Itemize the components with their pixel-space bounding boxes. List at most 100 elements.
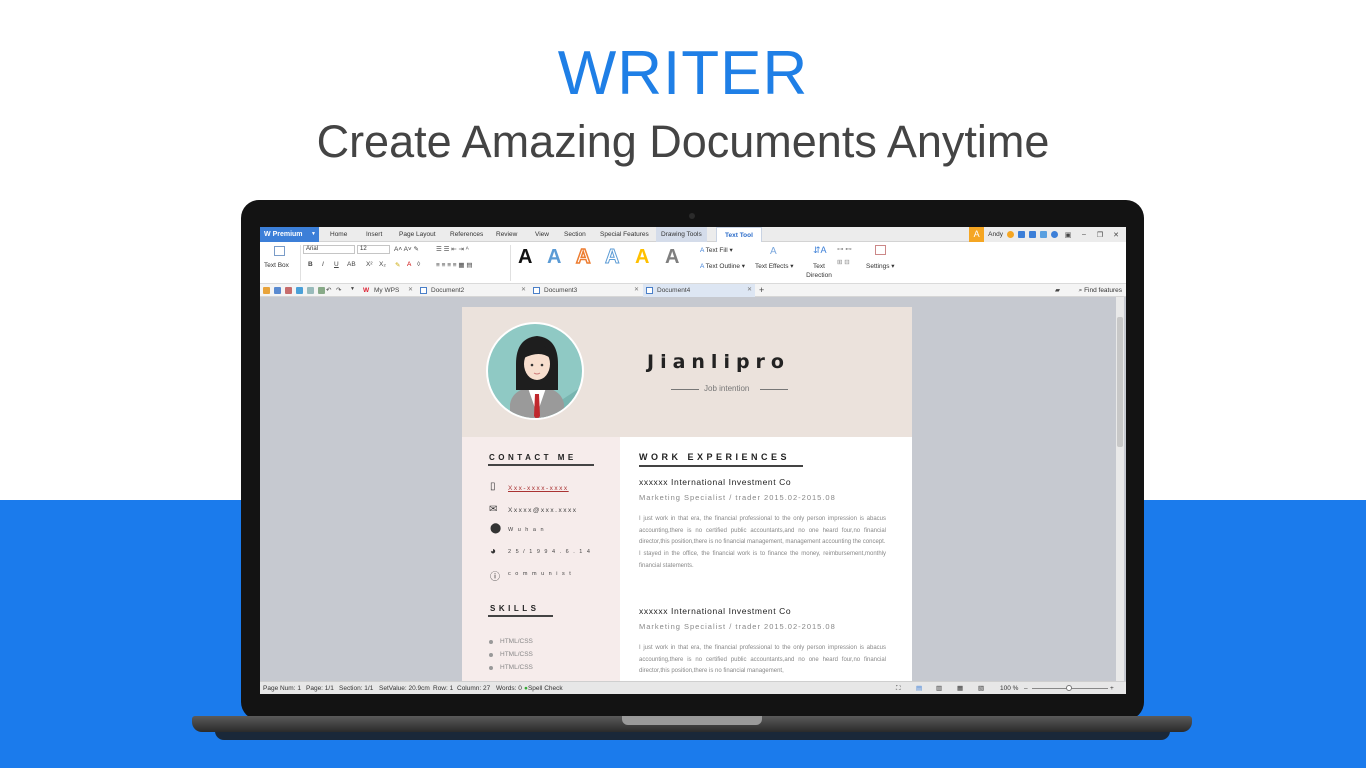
print-layout-icon[interactable]: ▤ xyxy=(916,682,922,694)
status-page-num[interactable]: Page Num: 1 xyxy=(263,682,301,694)
export-pdf-icon[interactable] xyxy=(285,287,292,294)
print-icon[interactable] xyxy=(296,287,303,294)
preview-icon[interactable] xyxy=(307,287,314,294)
zoom-level[interactable]: 100 % xyxy=(1000,682,1018,694)
font-grow-icon[interactable]: A˄ A˅ ✎ xyxy=(394,245,419,253)
menu-insert[interactable]: Insert xyxy=(366,227,382,242)
menu-special-features[interactable]: Special Features xyxy=(600,227,649,242)
tab-document3[interactable]: Document3 ✕ xyxy=(530,284,642,297)
premium-button[interactable]: W Premium ▼ xyxy=(260,227,319,242)
text-effects-button[interactable]: Text Effects ▾ xyxy=(755,262,794,270)
skill-bullet xyxy=(489,653,493,657)
close-tab-icon[interactable]: ✕ xyxy=(634,284,639,297)
status-row[interactable]: Row: 1 xyxy=(433,682,453,694)
text-fill-button[interactable]: A Text Fill ▾ xyxy=(700,246,733,254)
skills-underline xyxy=(488,615,553,617)
align-icons[interactable]: ≡ ≡ ≡ ≡ ▦ ▤ xyxy=(436,261,472,269)
web-layout-icon[interactable]: ▦ xyxy=(957,682,963,694)
menu-home[interactable]: Home xyxy=(330,227,347,242)
avatar[interactable]: A xyxy=(969,227,985,242)
underline-icon[interactable]: U xyxy=(334,261,339,268)
close-tab-icon[interactable]: ✕ xyxy=(521,284,526,297)
style-a-orange-outline[interactable]: A xyxy=(575,245,591,269)
focus-mode-icon[interactable]: ⛶ xyxy=(896,682,901,694)
layout-icon[interactable]: ▰ xyxy=(1055,286,1060,294)
maximize-icon[interactable]: ❐ xyxy=(1094,231,1106,239)
job-company: xxxxxx International Investment Co xyxy=(639,477,792,487)
minimize-icon[interactable]: – xyxy=(1078,231,1090,238)
status-words[interactable]: Words: 0 xyxy=(496,682,522,694)
menu-review[interactable]: Review xyxy=(496,227,517,242)
position-icons[interactable]: ⊞ ⊟ xyxy=(837,258,850,266)
menu-section[interactable]: Section xyxy=(564,227,586,242)
status-page[interactable]: Page: 1/1 xyxy=(306,682,334,694)
vertical-scrollbar[interactable] xyxy=(1116,297,1124,681)
style-a-gold[interactable]: A xyxy=(635,246,649,269)
style-a-black[interactable]: A xyxy=(518,246,532,269)
font-color-icon[interactable]: A xyxy=(407,261,411,268)
menu-drawing-tools[interactable]: Drawing Tools xyxy=(656,227,707,242)
status-column[interactable]: Column: 27 xyxy=(457,682,490,694)
location-pin-icon: ⬤ xyxy=(490,523,502,534)
style-a-blue-outline[interactable]: A xyxy=(604,246,619,269)
shirt-icon[interactable] xyxy=(1040,231,1047,238)
style-a-gray[interactable]: A xyxy=(665,246,679,269)
zoom-out-icon[interactable]: – xyxy=(1024,682,1028,694)
user-name[interactable]: Andy xyxy=(988,231,1003,238)
zoom-slider-knob[interactable] xyxy=(1066,685,1072,691)
new-tab-icon[interactable]: + xyxy=(759,284,764,297)
skin-icon[interactable] xyxy=(1018,231,1025,238)
menu-view[interactable]: View xyxy=(535,227,549,242)
style-a-blue[interactable]: A xyxy=(547,246,561,269)
text-direction-button[interactable]: Text Direction xyxy=(805,262,833,280)
save-icon[interactable] xyxy=(274,287,281,294)
text-effects-label: Text Effects xyxy=(755,263,789,270)
find-features-search[interactable]: ⌕ Find features xyxy=(1079,284,1122,297)
tab-document4[interactable]: Document4 ✕ xyxy=(643,284,755,297)
clear-format-icon[interactable]: ◊ xyxy=(417,261,420,268)
tab-document2[interactable]: Document2 ✕ xyxy=(417,284,529,297)
italic-icon[interactable]: I xyxy=(322,261,324,268)
strikethrough-icon[interactable]: AB xyxy=(347,261,356,268)
status-setvalue[interactable]: SetValue: 20.9cm xyxy=(379,682,430,694)
text-fill-label: Text Fill xyxy=(705,247,728,254)
subscript-icon[interactable]: X₂ xyxy=(379,261,386,268)
text-box-button[interactable]: Text Box xyxy=(264,262,289,269)
full-screen-icon[interactable]: ▥ xyxy=(936,682,942,694)
bullet-list-icon[interactable]: ☰ ☰ ⇤ ⇥ ᴬ xyxy=(436,245,469,253)
zoom-in-icon[interactable]: + xyxy=(1110,682,1114,694)
close-tab-icon[interactable]: ✕ xyxy=(747,284,752,297)
undo-icon[interactable]: ↶ xyxy=(326,286,331,294)
settings-button[interactable]: Settings ▾ xyxy=(866,262,895,270)
open-icon[interactable] xyxy=(263,287,270,294)
font-name-select[interactable]: Arial xyxy=(303,245,355,254)
menu-text-tool[interactable]: Text Tool xyxy=(716,227,762,242)
format-painter-icon[interactable] xyxy=(318,287,325,294)
text-box-icon[interactable] xyxy=(274,246,285,256)
close-tab-icon[interactable]: ✕ xyxy=(408,284,413,297)
link-icons[interactable]: ⊶ ⊷ xyxy=(837,245,852,253)
superscript-icon[interactable]: X² xyxy=(366,261,373,268)
settings-icon xyxy=(875,245,886,255)
share-icon[interactable] xyxy=(1029,231,1036,238)
menu-page-layout[interactable]: Page Layout xyxy=(399,227,436,242)
bold-icon[interactable]: B xyxy=(308,261,313,268)
outline-icon[interactable]: ▧ xyxy=(978,682,984,694)
restore-layout-icon[interactable]: ▣ xyxy=(1062,231,1074,239)
redo-icon[interactable]: ↷ xyxy=(336,286,341,294)
quick-access-menu-icon[interactable]: ▼ xyxy=(350,286,355,292)
document-page[interactable]: Jianlipro Job intention CONTACT ME ▯ Xxx… xyxy=(462,307,912,681)
font-size-select[interactable]: 12 xyxy=(357,245,390,254)
scrollbar-thumb[interactable] xyxy=(1117,317,1123,447)
contact-politics: c o m m u n i s t xyxy=(508,571,573,577)
status-spell-check[interactable]: ●Spell Check xyxy=(524,682,563,694)
help-icon[interactable] xyxy=(1051,231,1058,238)
text-outline-button[interactable]: A Text Outline ▾ xyxy=(700,262,745,270)
close-icon[interactable]: ✕ xyxy=(1110,231,1122,239)
tab-my-wps[interactable]: W My WPS ✕ xyxy=(360,284,416,297)
status-section[interactable]: Section: 1/1 xyxy=(339,682,373,694)
job-role: Marketing Specialist / trader 2015.02-20… xyxy=(639,493,836,502)
menu-references[interactable]: References xyxy=(450,227,483,242)
highlight-icon[interactable]: ✎ xyxy=(395,261,400,269)
divider-line xyxy=(671,389,699,390)
